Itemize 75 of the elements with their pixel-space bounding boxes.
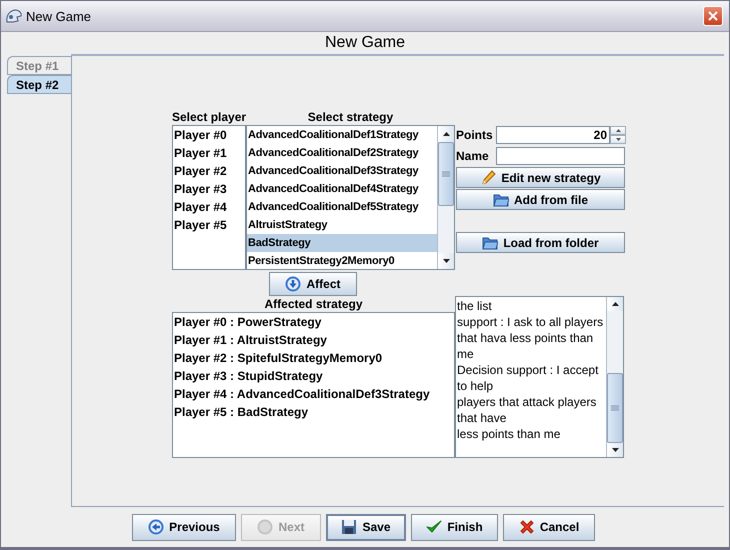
- list-item[interactable]: Player #1: [173, 144, 245, 162]
- description-line: to help: [457, 378, 494, 394]
- description-line: me: [457, 346, 475, 362]
- folder-icon: [493, 192, 509, 208]
- list-item[interactable]: Player #3 : StupidStrategy: [173, 367, 454, 385]
- field-label: Name: [456, 148, 490, 162]
- list-item[interactable]: AdvancedCoalitionalDef3Strategy: [247, 162, 437, 180]
- scroll-thumb[interactable]: [607, 373, 623, 443]
- footer-button[interactable]: Save: [326, 514, 406, 540]
- up-arrow-icon: [610, 301, 620, 307]
- scrollbar[interactable]: [606, 297, 623, 457]
- description-line: players that attack players: [457, 394, 598, 410]
- strategy-button[interactable]: Edit new strategy: [456, 167, 625, 188]
- list-label: Affected strategy: [263, 296, 364, 312]
- scroll-up-button[interactable]: [438, 126, 454, 142]
- name-field[interactable]: [496, 146, 625, 164]
- scroll-down-button[interactable]: [607, 443, 623, 457]
- list-item[interactable]: Player #4 : AdvancedCoalitionalDef3Strategy: [173, 385, 454, 403]
- description-line: the list: [457, 298, 493, 314]
- list-label: Select strategy: [306, 109, 394, 125]
- back-arrow-icon: [148, 519, 164, 535]
- affect-button[interactable]: Affect: [269, 272, 357, 296]
- list-item[interactable]: Player #3: [173, 180, 245, 198]
- up-arrow-icon: [442, 131, 450, 137]
- step-tab[interactable]: Step #2: [7, 75, 71, 94]
- footer-button[interactable]: Cancel: [503, 514, 595, 540]
- list-item[interactable]: Player #5 : BadStrategy: [173, 403, 454, 421]
- list-item[interactable]: PersistentStrategy2Memory0: [247, 252, 437, 269]
- points-spinner-field[interactable]: 20: [496, 126, 610, 144]
- pencil-icon: [480, 170, 496, 186]
- up-arrow-icon: [616, 128, 620, 132]
- field-label: Points: [456, 128, 494, 142]
- strategy-button[interactable]: Add from file: [456, 189, 625, 210]
- scroll-up-button[interactable]: [607, 297, 623, 311]
- description-line: that hava less points than: [457, 330, 594, 346]
- list-label: Select player: [172, 109, 246, 125]
- list-item[interactable]: Player #0: [173, 126, 245, 144]
- list-item[interactable]: Player #0 : PowerStrategy: [173, 313, 454, 331]
- description-line: Decision support : I accept: [457, 362, 600, 378]
- list-item[interactable]: Player #2 : SpitefulStrategyMemory0: [173, 349, 454, 367]
- window-title: New Game: [26, 8, 92, 24]
- down-arrow-icon: [442, 258, 450, 264]
- list-item[interactable]: AdvancedCoalitionalDef4Strategy: [247, 180, 437, 198]
- down-arrow-icon: [610, 447, 620, 453]
- check-icon: [426, 519, 442, 535]
- close-button[interactable]: [703, 6, 723, 26]
- strategy-button[interactable]: Load from folder: [456, 232, 625, 253]
- description-line: less points than me: [457, 426, 562, 442]
- list-item[interactable]: Player #4: [173, 198, 245, 216]
- down-arrow-icon: [285, 276, 302, 292]
- folder-icon: [482, 234, 498, 250]
- scrollbar[interactable]: [437, 126, 454, 269]
- grip-icon: [442, 171, 450, 177]
- spinner-up-button[interactable]: [610, 126, 626, 134]
- scroll-thumb[interactable]: [438, 142, 454, 206]
- grip-icon: [611, 405, 619, 411]
- list-item[interactable]: Player #1 : AltruistStrategy: [173, 331, 454, 349]
- list-item[interactable]: AdvancedCoalitionalDef5Strategy: [247, 198, 437, 216]
- list-item[interactable]: Player #2: [173, 162, 245, 180]
- app-icon: [5, 8, 23, 24]
- list-item[interactable]: BadStrategy: [247, 234, 437, 252]
- cross-icon: [518, 519, 535, 535]
- list-item[interactable]: AdvancedCoalitionalDef2Strategy: [247, 144, 437, 162]
- list-item[interactable]: AdvancedCoalitionalDef1Strategy: [247, 126, 437, 144]
- description-line: that have: [457, 410, 508, 426]
- dialog-heading: New Game: [324, 33, 406, 53]
- description-line: support : I ask to all players: [457, 314, 604, 330]
- description-area[interactable]: the list support : I ask to all players that hava less points than me Decision support : I accept to help players that attack players that have less points than me: [455, 296, 624, 458]
- scroll-down-button[interactable]: [438, 253, 454, 269]
- list-item[interactable]: AltruistStrategy: [247, 216, 437, 234]
- close-icon: [708, 11, 718, 21]
- down-arrow-icon: [616, 138, 620, 140]
- list-item[interactable]: Player #5: [173, 216, 245, 234]
- footer-button[interactable]: Finish: [411, 514, 498, 540]
- footer-button[interactable]: Previous: [132, 514, 236, 540]
